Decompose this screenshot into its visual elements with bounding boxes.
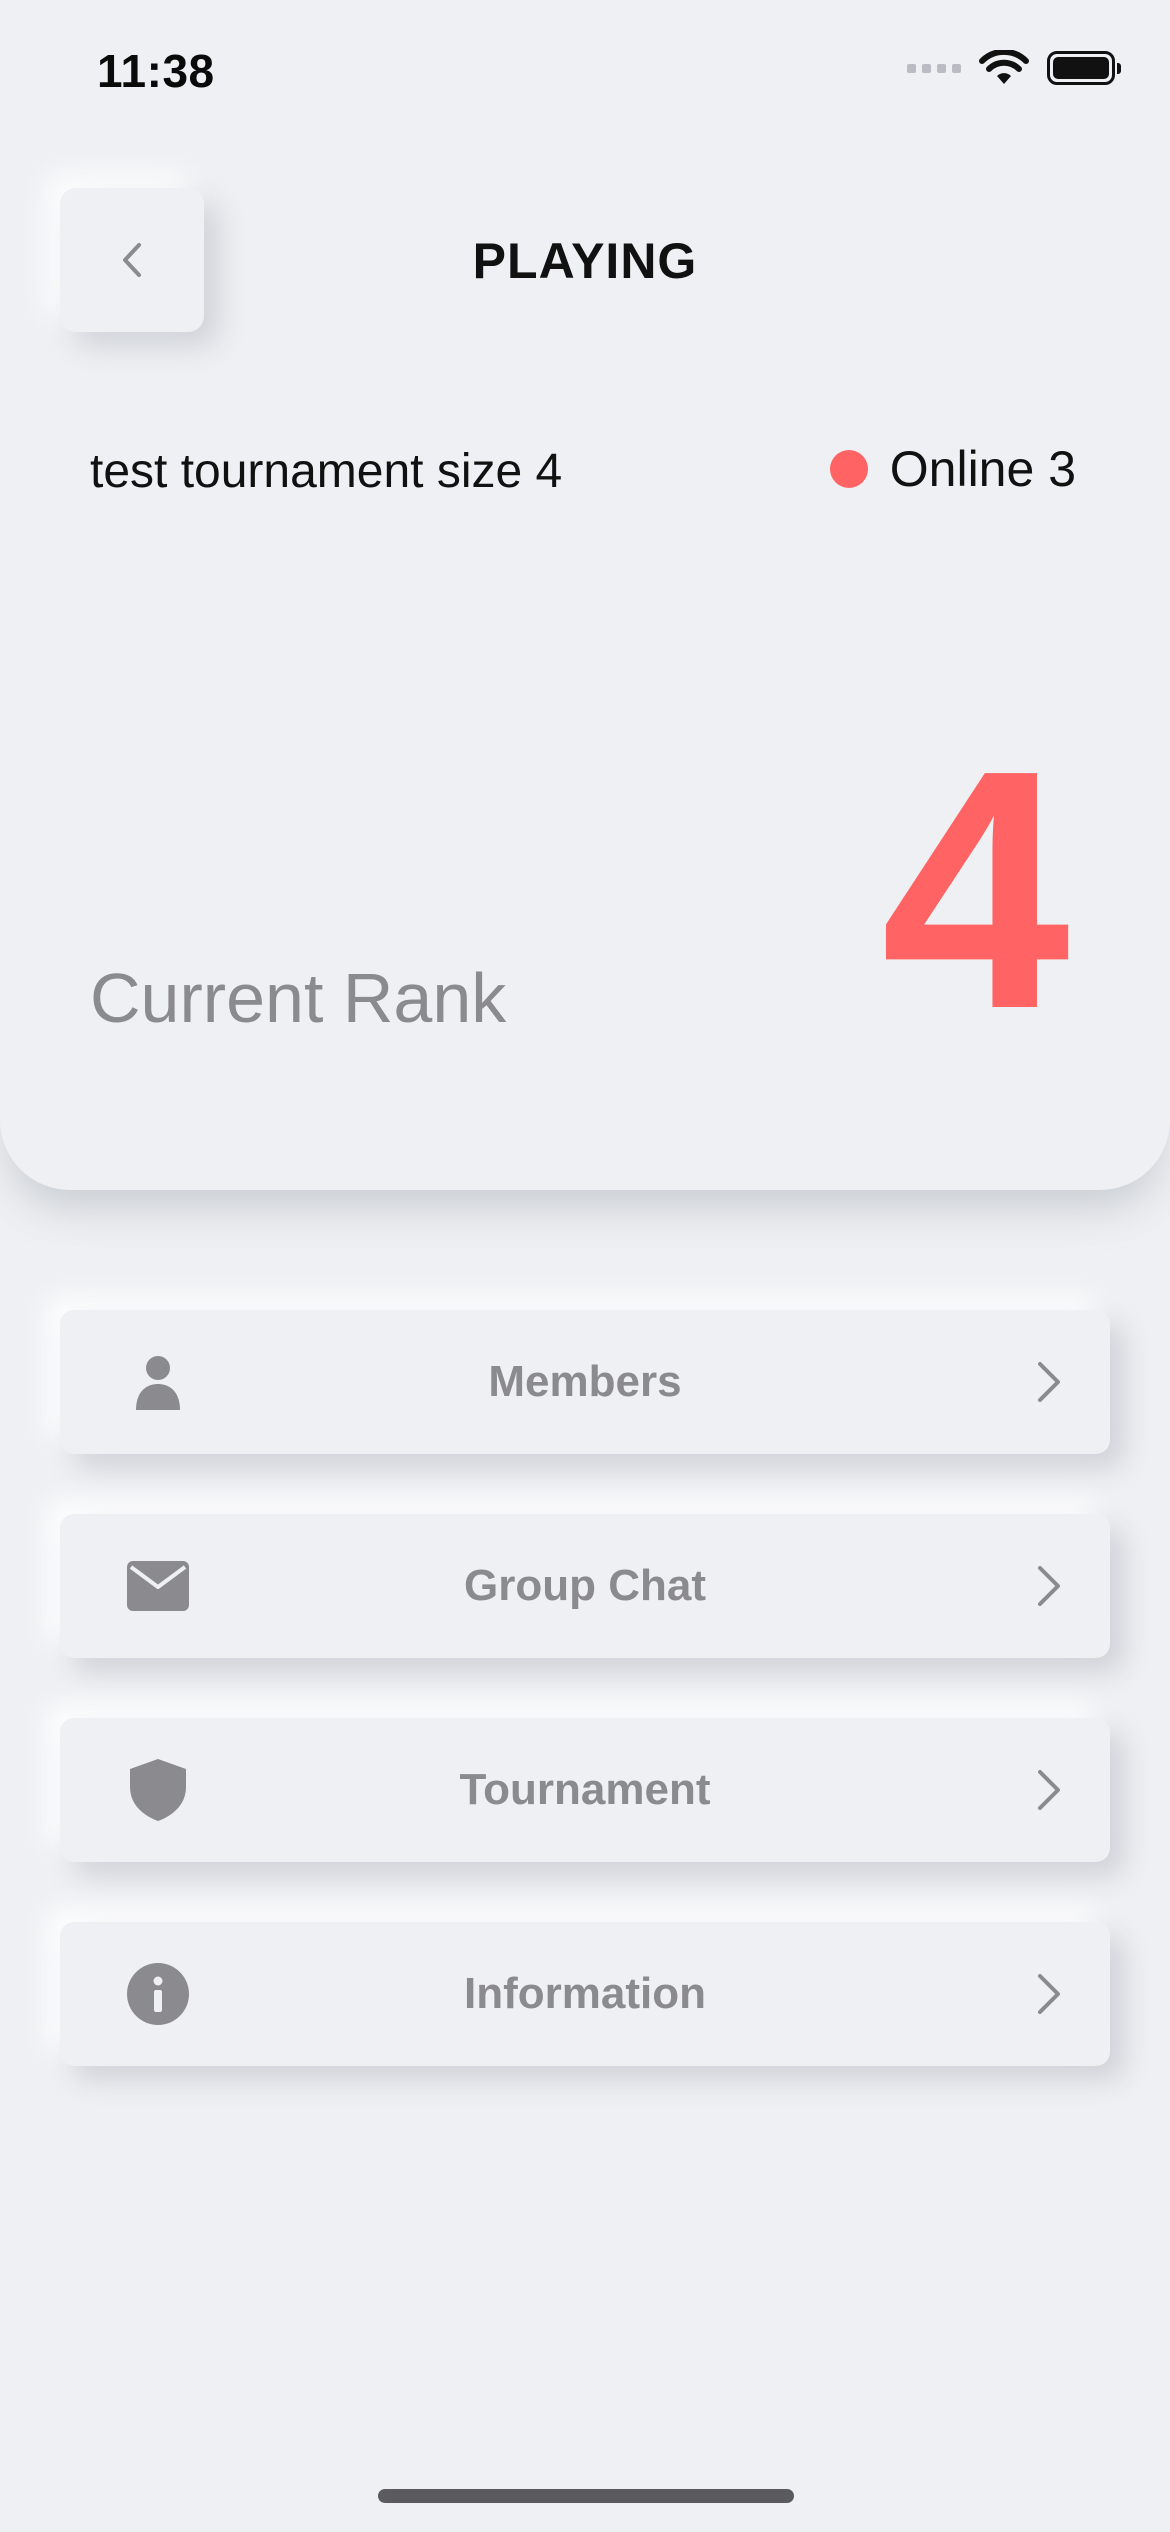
battery-icon xyxy=(1047,51,1121,85)
status-time: 11:38 xyxy=(97,45,215,97)
online-count: Online 3 xyxy=(889,441,1076,497)
menu-item-label: Tournament xyxy=(459,1765,711,1814)
signal-icon xyxy=(907,63,961,73)
rank-label: Current Rank xyxy=(90,959,507,1037)
menu-item-tournament[interactable]: Tournament xyxy=(60,1718,1110,1862)
chevron-right-icon xyxy=(1038,1362,1060,1402)
shield-icon xyxy=(126,1758,190,1822)
person-icon xyxy=(126,1350,190,1414)
menu-item-label: Members xyxy=(488,1357,682,1406)
menu-item-members[interactable]: Members xyxy=(60,1310,1110,1454)
online-dot-icon xyxy=(829,450,868,488)
status-icons xyxy=(907,50,1121,86)
tournament-name: test tournament size 4 xyxy=(90,445,563,498)
rank-card: 11:38 PLAYING test tournament size 4 Onl… xyxy=(0,0,1170,1190)
chevron-right-icon xyxy=(1038,1566,1060,1606)
page-title: PLAYING xyxy=(472,233,698,289)
menu-item-information[interactable]: Information xyxy=(60,1922,1110,2066)
menu-item-label: Group Chat xyxy=(464,1561,706,1610)
chevron-right-icon xyxy=(1038,1974,1060,2014)
menu-item-group-chat[interactable]: Group Chat xyxy=(60,1514,1110,1658)
home-indicator[interactable] xyxy=(378,2489,794,2503)
info-icon xyxy=(126,1962,190,2026)
envelope-icon xyxy=(126,1554,190,1618)
wifi-icon xyxy=(979,50,1029,84)
menu-item-label: Information xyxy=(464,1969,706,2018)
screen: 11:38 PLAYING test tournament size 4 Onl… xyxy=(0,0,1170,2532)
chevron-right-icon xyxy=(1038,1770,1060,1810)
rank-value: 4 xyxy=(880,700,1070,1080)
online-status: Online 3 xyxy=(829,440,1076,498)
